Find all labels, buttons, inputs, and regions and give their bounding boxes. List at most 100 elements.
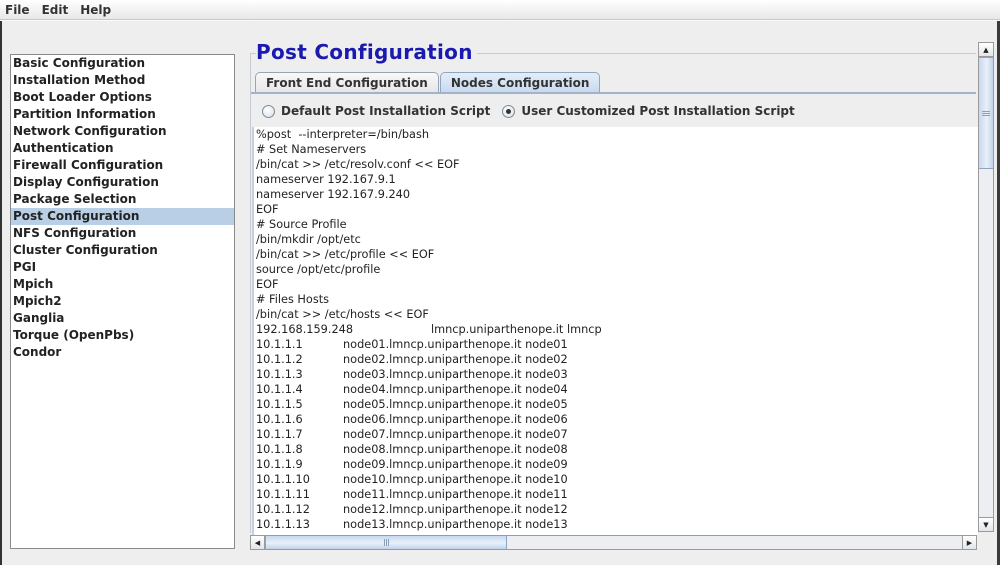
sidebar-item-authentication[interactable]: Authentication	[11, 140, 234, 157]
script-line: # Set Nameservers	[256, 143, 367, 156]
script-line-host: 10.1.1.1 node01.lmncp.uniparthenope.it no…	[254, 337, 978, 352]
sidebar-item-cluster-configuration[interactable]: Cluster Configuration	[11, 242, 234, 259]
script-line-host: 10.1.1.3 node03.lmncp.uniparthenope.it no…	[254, 367, 978, 382]
host-ip: 10.1.1.1	[256, 338, 303, 351]
sidebar-item-torque-openpbs[interactable]: Torque (OpenPbs)	[11, 327, 234, 344]
horizontal-scrollbar[interactable]: ◀ ▶	[250, 535, 977, 550]
script-line-host: 10.1.1.12 node12.lmncp.uniparthenope.it n…	[254, 502, 978, 517]
script-line-host: 10.1.1.10 node10.lmncp.uniparthenope.it n…	[254, 472, 978, 487]
host-ip: 10.1.1.7	[256, 428, 303, 441]
script-line-host: 10.1.1.4 node04.lmncp.uniparthenope.it no…	[254, 382, 978, 397]
host-names: node07.lmncp.uniparthenope.it node07	[343, 428, 568, 441]
sidebar-item-boot-loader-options[interactable]: Boot Loader Options	[11, 89, 234, 106]
scroll-left-button[interactable]: ◀	[251, 536, 265, 549]
host-ip: 10.1.1.4	[256, 383, 303, 396]
script-line-host: 10.1.1.6 node06.lmncp.uniparthenope.it no…	[254, 412, 978, 427]
menu-bar: File Edit Help	[0, 0, 1000, 20]
sidebar-item-package-selection[interactable]: Package Selection	[11, 191, 234, 208]
sidebar-item-nfs-configuration[interactable]: NFS Configuration	[11, 225, 234, 242]
arrow-left-icon: ◀	[254, 538, 261, 547]
sidebar-item-condor[interactable]: Condor	[11, 344, 234, 361]
script-line-host: 10.1.1.2 node02.lmncp.uniparthenope.it no…	[254, 352, 978, 367]
host-ip: 10.1.1.10	[256, 473, 310, 486]
script-line: EOF	[256, 278, 279, 291]
page-title: Post Configuration	[256, 40, 477, 64]
arrow-down-icon: ▼	[983, 520, 989, 529]
sidebar-item-mpich[interactable]: Mpich	[11, 276, 234, 293]
host-ip: 10.1.1.3	[256, 368, 303, 381]
scroll-right-button[interactable]: ▶	[962, 536, 976, 549]
menu-help[interactable]: Help	[74, 0, 117, 20]
menubar-divider	[0, 20, 1000, 21]
host-names: node01.lmncp.uniparthenope.it node01	[343, 338, 568, 351]
custom-script-label[interactable]: User Customized Post Installation Script	[521, 104, 794, 118]
script-line: # Source Profile	[256, 218, 347, 231]
sidebar-item-display-configuration[interactable]: Display Configuration	[11, 174, 234, 191]
host-names: node03.lmncp.uniparthenope.it node03	[343, 368, 568, 381]
sidebar-item-installation-method[interactable]: Installation Method	[11, 72, 234, 89]
host-ip: 10.1.1.9	[256, 458, 303, 471]
host-ip: 10.1.1.2	[256, 353, 303, 366]
script-line-host: 10.1.1.9 node09.lmncp.uniparthenope.it no…	[254, 457, 978, 472]
menu-file[interactable]: File	[0, 0, 36, 20]
host-ip: 10.1.1.6	[256, 413, 303, 426]
tab-front-end-configuration[interactable]: Front End Configuration	[255, 72, 439, 93]
script-line: /bin/mkdir /opt/etc	[256, 233, 361, 246]
grip-icon	[982, 110, 990, 116]
tab-nodes-configuration[interactable]: Nodes Configuration	[439, 72, 601, 93]
scroll-up-button[interactable]: ▲	[979, 43, 993, 57]
default-script-label[interactable]: Default Post Installation Script	[281, 104, 490, 118]
vertical-scroll-thumb[interactable]	[979, 57, 993, 169]
host-names: node10.lmncp.uniparthenope.it node10	[343, 473, 568, 486]
host-names: node12.lmncp.uniparthenope.it node12	[343, 503, 568, 516]
sidebar-item-post-configuration[interactable]: Post Configuration	[11, 208, 234, 225]
script-line: /bin/cat >> /etc/resolv.conf << EOF	[256, 158, 460, 171]
script-line-host: 10.1.1.13 node13.lmncp.uniparthenope.it n…	[254, 517, 978, 532]
menu-edit[interactable]: Edit	[36, 0, 75, 20]
script-line-host: 10.1.1.7 node07.lmncp.uniparthenope.it no…	[254, 427, 978, 442]
host-ip: 10.1.1.12	[256, 503, 310, 516]
host-names: node13.lmncp.uniparthenope.it node13	[343, 518, 568, 531]
host-names: lmncp.uniparthenope.it lmncp	[431, 323, 602, 336]
script-line: /bin/cat >> /etc/hosts << EOF	[256, 308, 429, 321]
host-names: node09.lmncp.uniparthenope.it node09	[343, 458, 568, 471]
script-line-host: 10.1.1.5 node05.lmncp.uniparthenope.it no…	[254, 397, 978, 412]
sidebar-item-partition-information[interactable]: Partition Information	[11, 106, 234, 123]
host-ip: 10.1.1.5	[256, 398, 303, 411]
vertical-scrollbar[interactable]: ▲ ▼	[978, 42, 994, 532]
default-script-option[interactable]: Default Post Installation Script	[262, 104, 490, 118]
sidebar-item-network-configuration[interactable]: Network Configuration	[11, 123, 234, 140]
script-line: # Files Hosts	[256, 293, 330, 306]
script-line: source /opt/etc/profile	[256, 263, 381, 276]
sidebar-item-firewall-configuration[interactable]: Firewall Configuration	[11, 157, 234, 174]
sidebar-item-pgi[interactable]: PGI	[11, 259, 234, 276]
host-names: node08.lmncp.uniparthenope.it node08	[343, 443, 568, 456]
host-ip: 192.168.159.248	[256, 323, 354, 336]
script-line: EOF	[256, 203, 279, 216]
sidebar-list: Basic Configuration Installation Method Bo…	[10, 54, 235, 549]
host-ip: 10.1.1.13	[256, 518, 310, 531]
script-line: /bin/cat >> /etc/profile << EOF	[256, 248, 435, 261]
custom-script-option[interactable]: User Customized Post Installation Script	[502, 104, 795, 118]
host-ip: 10.1.1.11	[256, 488, 310, 501]
script-line-host: 10.1.1.11 node11.lmncp.uniparthenope.it n…	[254, 487, 978, 502]
scroll-down-button[interactable]: ▼	[979, 517, 993, 531]
script-line-host: 192.168.159.248 lmncp.uniparthenope.it lm…	[254, 322, 978, 337]
host-names: node06.lmncp.uniparthenope.it node06	[343, 413, 568, 426]
arrow-up-icon: ▲	[983, 45, 989, 54]
script-line: nameserver 192.167.9.240	[256, 188, 411, 201]
script-line: nameserver 192.167.9.1	[256, 173, 396, 186]
host-names: node04.lmncp.uniparthenope.it node04	[343, 383, 568, 396]
script-type-radio-group: Default Post Installation Script User Cu…	[262, 102, 807, 120]
default-script-radio[interactable]	[262, 104, 275, 118]
host-names: node11.lmncp.uniparthenope.it node11	[343, 488, 568, 501]
arrow-right-icon: ▶	[966, 538, 973, 547]
host-ip: 10.1.1.8	[256, 443, 303, 456]
post-install-script-textarea[interactable]: %post --interpreter=/bin/bash # Set Names…	[252, 127, 978, 535]
sidebar-item-mpich2[interactable]: Mpich2	[11, 293, 234, 310]
custom-script-radio[interactable]	[502, 104, 516, 118]
sidebar-item-ganglia[interactable]: Ganglia	[11, 310, 234, 327]
host-names: node02.lmncp.uniparthenope.it node02	[343, 353, 568, 366]
sidebar-item-basic-configuration[interactable]: Basic Configuration	[11, 55, 234, 72]
horizontal-scroll-thumb[interactable]	[265, 536, 507, 549]
